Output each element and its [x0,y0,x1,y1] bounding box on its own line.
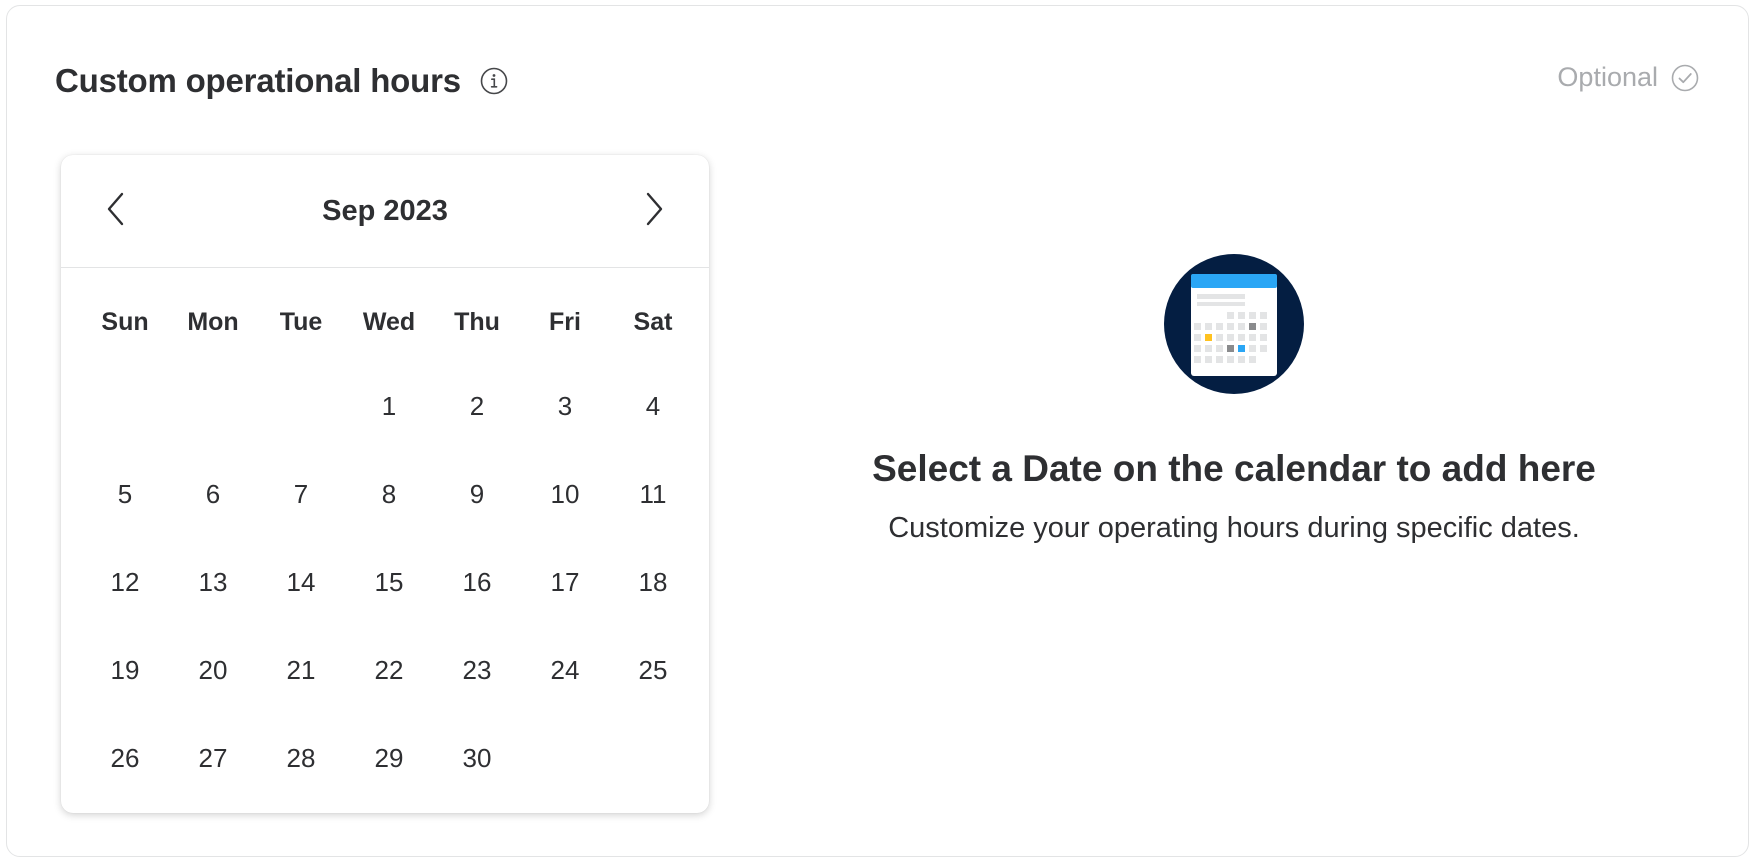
day-cell[interactable]: 3 [521,362,609,450]
day-cell[interactable]: 5 [81,450,169,538]
weekday-label: Tue [279,308,323,336]
prev-month-button[interactable] [99,189,133,233]
day-cell[interactable]: 26 [81,714,169,802]
day-cell[interactable]: 13 [169,538,257,626]
weekday-label: Thu [454,308,500,336]
empty-state: Select a Date on the calendar to add her… [709,254,1756,545]
empty-day-cell [81,362,169,450]
empty-day-cell [257,362,345,450]
day-cell[interactable]: 25 [609,626,697,714]
custom-hours-card: Custom operational hours Optional Sep 20… [6,5,1749,857]
day-cell[interactable]: 10 [521,450,609,538]
calendar-illustration-icon [1164,254,1304,394]
empty-day-cell [609,714,697,802]
day-cell[interactable]: 28 [257,714,345,802]
day-cell[interactable]: 1 [345,362,433,450]
day-cell[interactable]: 23 [433,626,521,714]
weekday-label: Fri [549,308,581,336]
day-cell[interactable]: 27 [169,714,257,802]
calendar-picker: Sep 2023 Sun Mon Tue Wed Thu Fri Sat 1 2 [61,155,709,813]
calendar-header: Sep 2023 [61,155,709,268]
weekday-label: Mon [187,308,239,336]
next-month-button[interactable] [637,189,671,233]
day-cell[interactable]: 16 [433,538,521,626]
calendar-grid: Sun Mon Tue Wed Thu Fri Sat 1 2 3 4 5 6 … [81,268,709,802]
chevron-right-icon [644,192,664,231]
day-cell[interactable]: 20 [169,626,257,714]
day-cell[interactable]: 14 [257,538,345,626]
day-cell[interactable]: 30 [433,714,521,802]
day-cell[interactable]: 29 [345,714,433,802]
day-cell[interactable]: 11 [609,450,697,538]
day-cell[interactable]: 22 [345,626,433,714]
optional-indicator: Optional [1557,62,1700,93]
section-title: Custom operational hours [55,62,461,99]
chevron-left-icon [106,192,126,231]
day-cell[interactable]: 24 [521,626,609,714]
day-cell[interactable]: 6 [169,450,257,538]
day-cell[interactable]: 7 [257,450,345,538]
day-cell[interactable]: 12 [81,538,169,626]
day-cell[interactable]: 15 [345,538,433,626]
optional-label: Optional [1557,62,1658,92]
empty-day-cell [169,362,257,450]
weekday-label: Sat [633,308,673,336]
day-cell[interactable]: 17 [521,538,609,626]
empty-state-subtitle: Customize your operating hours during sp… [888,512,1580,544]
weekday-label: Sun [101,308,149,336]
info-icon[interactable] [479,66,509,96]
section-header: Custom operational hours [55,62,509,100]
empty-state-title: Select a Date on the calendar to add her… [872,448,1596,489]
day-cell[interactable]: 18 [609,538,697,626]
check-circle-icon [1670,63,1700,93]
day-cell[interactable]: 2 [433,362,521,450]
day-cell[interactable]: 21 [257,626,345,714]
month-label: Sep 2023 [322,194,448,227]
weekday-label: Wed [362,308,416,336]
day-cell[interactable]: 4 [609,362,697,450]
day-cell[interactable]: 9 [433,450,521,538]
day-cell[interactable]: 8 [345,450,433,538]
day-cell[interactable]: 19 [81,626,169,714]
empty-day-cell [521,714,609,802]
